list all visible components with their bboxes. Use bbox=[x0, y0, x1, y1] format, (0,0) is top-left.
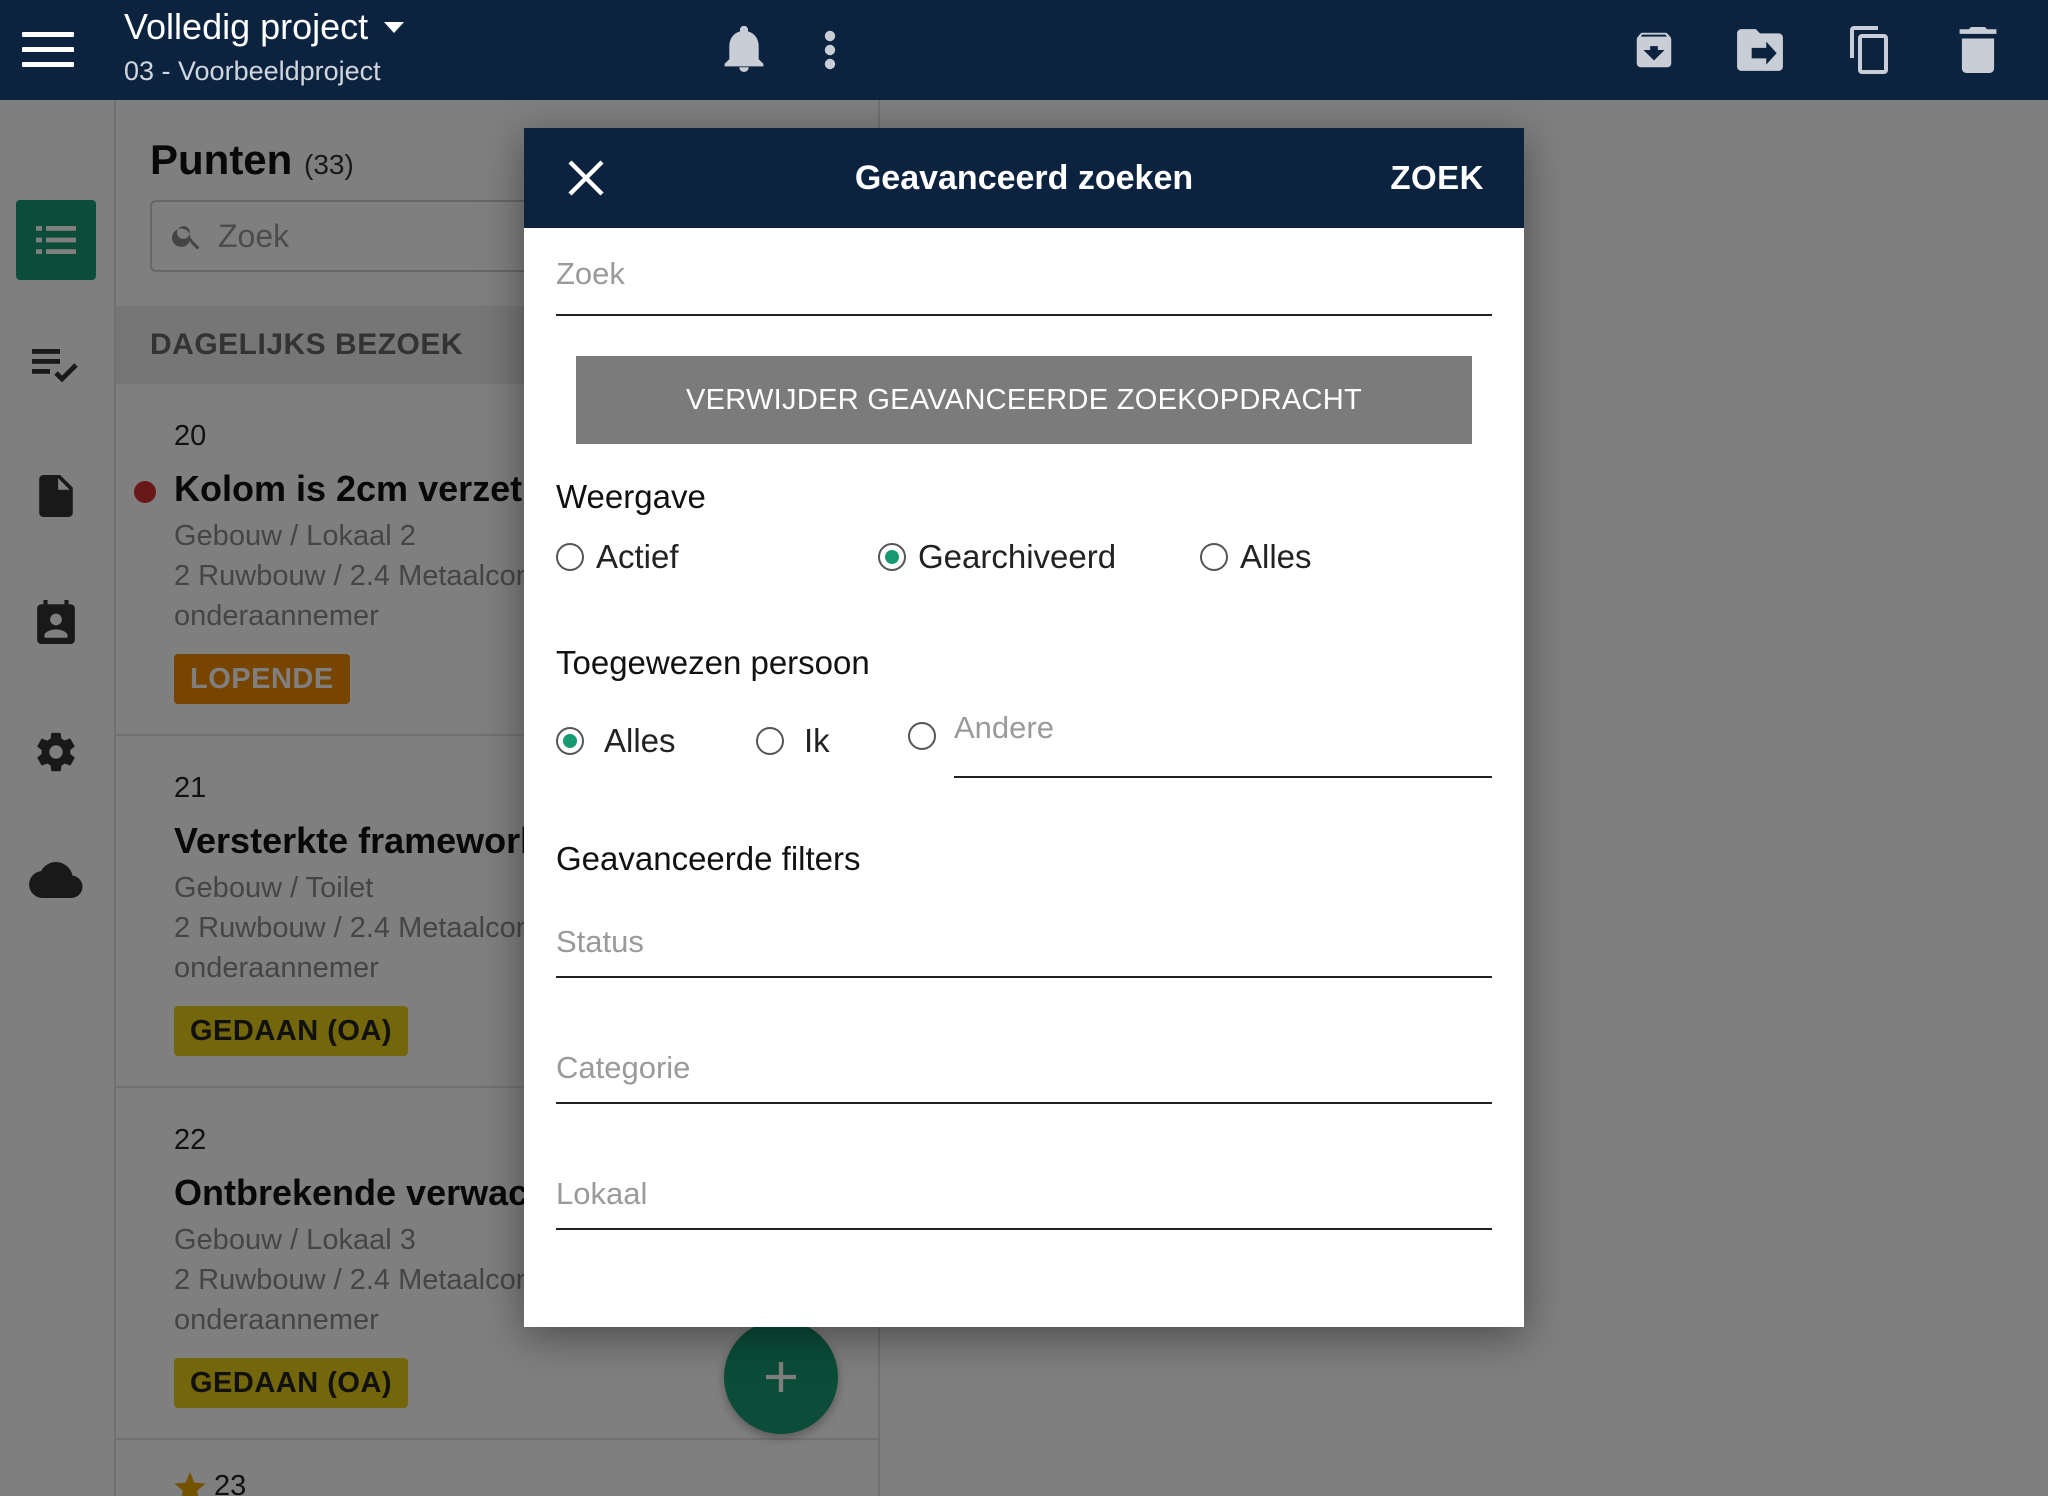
radio-circle bbox=[556, 543, 584, 571]
project-subtitle: 03 - Voorbeeldproject bbox=[124, 56, 381, 86]
radio-view-archived[interactable]: Gearchiveerd bbox=[878, 538, 1116, 576]
radio-assignee-me[interactable]: Ik bbox=[756, 722, 830, 760]
copy-icon[interactable] bbox=[1840, 20, 1900, 80]
other-assignee-input[interactable]: Andere bbox=[954, 710, 1492, 778]
advanced-search-dialog: Geavanceerd zoeken ZOEK Zoek VERWIJDER G… bbox=[524, 128, 1524, 1327]
clear-advanced-search-button[interactable]: VERWIJDER GEAVANCEERDE ZOEKOPDRACHT bbox=[576, 356, 1472, 444]
status-filter-field[interactable]: Status bbox=[556, 924, 1492, 978]
radio-circle bbox=[756, 727, 784, 755]
advanced-search-input[interactable]: Zoek bbox=[556, 256, 1492, 316]
radio-label: Alles bbox=[604, 722, 676, 759]
project-selector[interactable]: Volledig project bbox=[124, 6, 405, 48]
menu-icon[interactable] bbox=[22, 32, 74, 68]
close-icon[interactable] bbox=[562, 154, 610, 202]
radio-circle bbox=[1200, 543, 1228, 571]
radio-view-active[interactable]: Actief bbox=[556, 538, 679, 576]
move-to-icon[interactable] bbox=[1730, 20, 1790, 80]
category-placeholder: Categorie bbox=[556, 1050, 691, 1085]
radio-view-all[interactable]: Alles bbox=[1200, 538, 1312, 576]
delete-icon[interactable] bbox=[1948, 20, 2008, 80]
search-submit-button[interactable]: ZOEK bbox=[1390, 128, 1484, 228]
dialog-title: Geavanceerd zoeken bbox=[854, 159, 1194, 197]
category-filter-field[interactable]: Categorie bbox=[556, 1050, 1492, 1104]
room-filter-field[interactable]: Lokaal bbox=[556, 1176, 1492, 1230]
radio-circle bbox=[556, 727, 584, 755]
project-title: Volledig project bbox=[124, 6, 369, 47]
radio-label: Ik bbox=[804, 722, 830, 759]
filters-label: Geavanceerde filters bbox=[556, 840, 861, 877]
app-bar: Volledig project 03 - Voorbeeldproject bbox=[0, 0, 2048, 100]
status-placeholder: Status bbox=[556, 924, 644, 959]
bell-icon[interactable] bbox=[714, 20, 774, 80]
radio-assignee-all[interactable]: Alles bbox=[556, 722, 676, 760]
room-placeholder: Lokaal bbox=[556, 1176, 648, 1211]
view-label: Weergave bbox=[556, 478, 706, 515]
radio-label: Gearchiveerd bbox=[918, 538, 1117, 575]
radio-circle bbox=[908, 722, 936, 750]
search-placeholder: Zoek bbox=[556, 256, 625, 291]
radio-label: Alles bbox=[1240, 538, 1312, 575]
radio-assignee-other[interactable] bbox=[908, 722, 948, 750]
assignee-label: Toegewezen persoon bbox=[556, 644, 870, 681]
more-vert-icon[interactable] bbox=[800, 20, 860, 80]
dialog-header: Geavanceerd zoeken ZOEK bbox=[524, 128, 1524, 228]
radio-label: Actief bbox=[596, 538, 679, 575]
other-placeholder: Andere bbox=[954, 710, 1054, 745]
archive-icon[interactable] bbox=[1624, 20, 1684, 80]
radio-circle bbox=[878, 543, 906, 571]
dropdown-caret-icon bbox=[384, 21, 405, 33]
